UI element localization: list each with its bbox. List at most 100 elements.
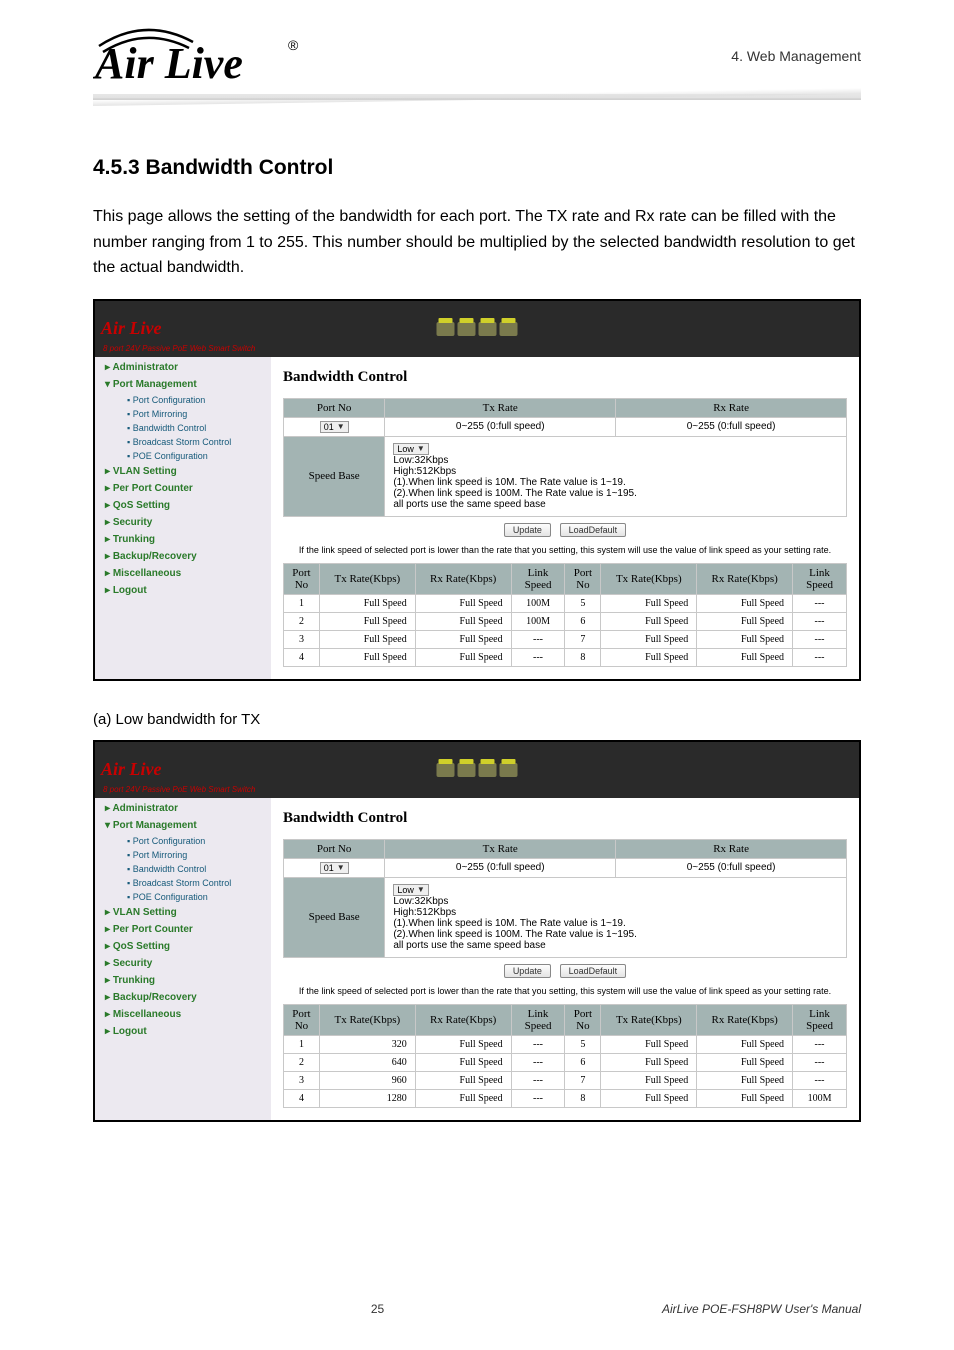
brand-logo: Air Live: [101, 759, 162, 780]
nav-port-configuration[interactable]: Port Configuration: [127, 393, 271, 407]
speed-rule-1: (1).When link speed is 10M. The Rate val…: [393, 918, 838, 929]
nav-broadcast-storm[interactable]: Broadcast Storm Control: [127, 876, 271, 890]
nav-poe-configuration[interactable]: POE Configuration: [127, 449, 271, 463]
update-button[interactable]: Update: [504, 964, 551, 978]
brand-subtitle: 8 port 24V Passive PoE Web Smart Switch: [103, 785, 255, 794]
rh-rx: Rx Rate(Kbps): [415, 1004, 511, 1035]
th-port-no: Port No: [284, 839, 385, 858]
nav-port-mirroring[interactable]: Port Mirroring: [127, 848, 271, 862]
tx-range[interactable]: 0~255 (0:full speed): [385, 417, 616, 436]
rh-port-no-b: Port No: [565, 563, 601, 594]
nav-trunking[interactable]: Trunking: [105, 972, 271, 989]
speed-rule-2: (2).When link speed is 100M. The Rate va…: [393, 488, 838, 499]
nav-bandwidth-control[interactable]: Bandwidth Control: [127, 862, 271, 876]
th-tx-rate: Tx Rate: [385, 398, 616, 417]
rh-link: Link Speed: [511, 563, 565, 594]
port-leds-icon: [437, 763, 518, 777]
nav-per-port-counter[interactable]: Per Port Counter: [105, 921, 271, 938]
table-row: 41280Full Speed---8Full SpeedFull Speed1…: [284, 1089, 847, 1107]
chevron-down-icon: ▼: [417, 444, 425, 453]
nav-vlan-setting[interactable]: VLAN Setting: [105, 904, 271, 921]
section-body: This page allows the setting of the band…: [93, 204, 861, 281]
speed-high-line: High:512Kbps: [393, 907, 838, 918]
rates-table-2: Port No Tx Rate(Kbps) Rx Rate(Kbps) Link…: [283, 1004, 847, 1108]
load-default-button[interactable]: LoadDefault: [560, 964, 627, 978]
port-select[interactable]: 01 ▼: [320, 862, 349, 874]
update-button[interactable]: Update: [504, 523, 551, 537]
nav-backup-recovery[interactable]: Backup/Recovery: [105, 989, 271, 1006]
nav-vlan-setting[interactable]: VLAN Setting: [105, 463, 271, 480]
rh-link: Link Speed: [511, 1004, 565, 1035]
rx-range[interactable]: 0~255 (0:full speed): [616, 858, 847, 877]
manual-title: AirLive POE-FSH8PW User's Manual: [662, 1302, 861, 1316]
page-number: 25: [371, 1302, 384, 1316]
nav-logout[interactable]: Logout: [105, 1023, 271, 1040]
rh-port-no: Port No: [284, 1004, 320, 1035]
nav-broadcast-storm[interactable]: Broadcast Storm Control: [127, 435, 271, 449]
brand-bar: Air Live 8 port 24V Passive PoE Web Smar…: [95, 742, 859, 798]
screenshot-1: Air Live 8 port 24V Passive PoE Web Smar…: [93, 299, 861, 681]
header-divider: [93, 94, 861, 122]
nav-miscellaneous[interactable]: Miscellaneous: [105, 565, 271, 582]
nav-administrator[interactable]: Administrator: [105, 359, 271, 376]
nav-port-configuration[interactable]: Port Configuration: [127, 834, 271, 848]
svg-text:®: ®: [288, 37, 299, 53]
nav-port-management[interactable]: Port Management: [105, 817, 271, 834]
speed-base-select[interactable]: Low ▼: [393, 884, 428, 896]
speed-high-line: High:512Kbps: [393, 466, 838, 477]
nav-qos-setting[interactable]: QoS Setting: [105, 497, 271, 514]
brand-bar: Air Live 8 port 24V Passive PoE Web Smar…: [95, 301, 859, 357]
port-leds-icon: [437, 322, 518, 336]
chevron-down-icon: ▼: [337, 422, 345, 431]
nav-port-management[interactable]: Port Management: [105, 376, 271, 393]
rh-tx: Tx Rate(Kbps): [319, 1004, 415, 1035]
panel-title: Bandwidth Control: [283, 365, 847, 396]
speed-base-select[interactable]: Low ▼: [393, 443, 428, 455]
port-select-value: 01: [324, 863, 334, 873]
load-default-button[interactable]: LoadDefault: [560, 523, 627, 537]
nav-administrator[interactable]: Administrator: [105, 800, 271, 817]
rh-tx: Tx Rate(Kbps): [319, 563, 415, 594]
rx-range[interactable]: 0~255 (0:full speed): [616, 417, 847, 436]
speed-rule-3: all ports use the same speed base: [393, 940, 838, 951]
config-note: If the link speed of selected port is lo…: [283, 984, 847, 1002]
brand-logo: Air Live: [101, 318, 162, 339]
th-tx-rate: Tx Rate: [385, 839, 616, 858]
speed-low-line: Low:32Kbps: [393, 896, 838, 907]
nav-security[interactable]: Security: [105, 955, 271, 972]
side-nav: Administrator Port Management Port Confi…: [95, 357, 271, 679]
rh-rx-b: Rx Rate(Kbps): [697, 1004, 793, 1035]
rh-port-no-b: Port No: [565, 1004, 601, 1035]
section-title: 4.5.3 Bandwidth Control: [93, 156, 861, 180]
speed-base-value: Low: [397, 885, 414, 895]
nav-trunking[interactable]: Trunking: [105, 531, 271, 548]
tx-range[interactable]: 0~255 (0:full speed): [385, 858, 616, 877]
rh-port-no: Port No: [284, 563, 320, 594]
nav-logout[interactable]: Logout: [105, 582, 271, 599]
nav-port-mirroring[interactable]: Port Mirroring: [127, 407, 271, 421]
rates-table-1: Port No Tx Rate(Kbps) Rx Rate(Kbps) Link…: [283, 563, 847, 667]
caption-a: (a) Low bandwidth for TX: [93, 711, 861, 728]
panel-title: Bandwidth Control: [283, 806, 847, 837]
rh-rx-b: Rx Rate(Kbps): [697, 563, 793, 594]
rh-rx: Rx Rate(Kbps): [415, 563, 511, 594]
port-select[interactable]: 01 ▼: [320, 421, 349, 433]
screenshot-2: Air Live 8 port 24V Passive PoE Web Smar…: [93, 740, 861, 1122]
speed-rule-1: (1).When link speed is 10M. The Rate val…: [393, 477, 838, 488]
table-row: 3Full SpeedFull Speed---7Full SpeedFull …: [284, 630, 847, 648]
chapter-label: 4. Web Management: [731, 48, 861, 64]
table-row: 2640Full Speed---6Full SpeedFull Speed--…: [284, 1053, 847, 1071]
nav-qos-setting[interactable]: QoS Setting: [105, 938, 271, 955]
nav-security[interactable]: Security: [105, 514, 271, 531]
th-port-no: Port No: [284, 398, 385, 417]
config-note: If the link speed of selected port is lo…: [283, 543, 847, 561]
rh-link-b: Link Speed: [793, 1004, 847, 1035]
chevron-down-icon: ▼: [417, 885, 425, 894]
nav-miscellaneous[interactable]: Miscellaneous: [105, 1006, 271, 1023]
nav-per-port-counter[interactable]: Per Port Counter: [105, 480, 271, 497]
nav-poe-configuration[interactable]: POE Configuration: [127, 890, 271, 904]
table-row: 1320Full Speed---5Full SpeedFull Speed--…: [284, 1035, 847, 1053]
airlive-logo: Air Live ®: [93, 20, 303, 86]
nav-bandwidth-control[interactable]: Bandwidth Control: [127, 421, 271, 435]
nav-backup-recovery[interactable]: Backup/Recovery: [105, 548, 271, 565]
